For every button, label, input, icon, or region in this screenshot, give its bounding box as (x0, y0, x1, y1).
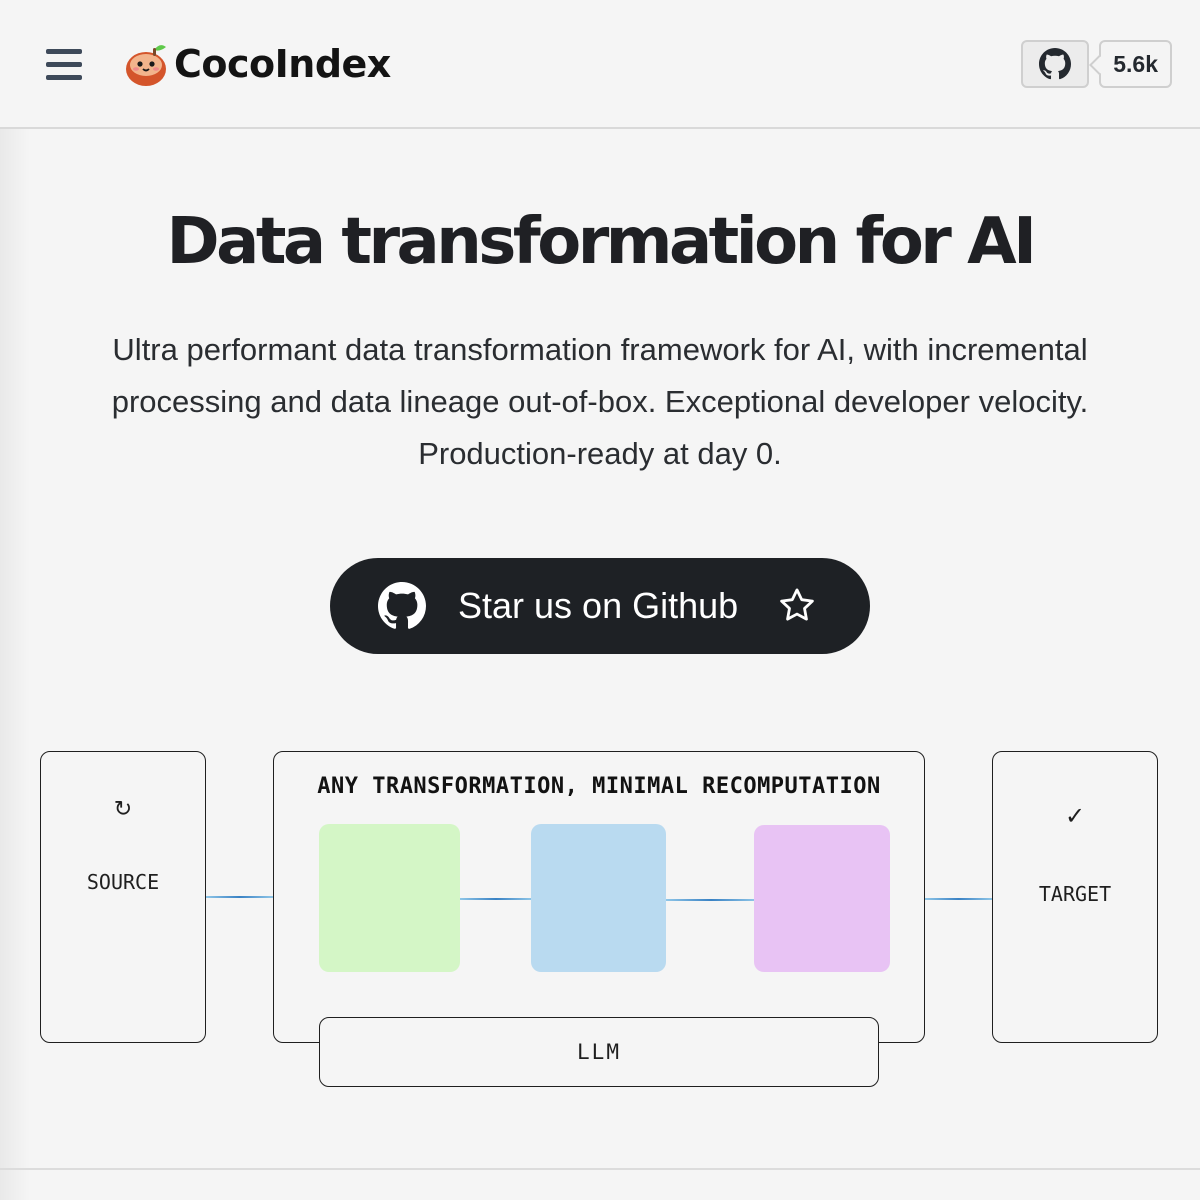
connector-line (925, 898, 992, 900)
hero-title: Data transformation for AI (166, 205, 1037, 279)
source-label: SOURCE (86, 870, 160, 894)
github-icon (1039, 48, 1072, 80)
connector-line (460, 898, 532, 900)
transform-step-tile (319, 824, 460, 972)
transformation-node: ANY TRANSFORMATION, MINIMAL RECOMPUTATIO… (273, 751, 925, 1043)
section-divider (0, 1168, 1200, 1170)
top-navbar: CocoIndex 5.6k (0, 0, 1200, 129)
coconut-logo-icon (126, 45, 166, 86)
hero-subtitle-line: Ultra performant data transformation fra… (112, 332, 1088, 367)
github-icon (378, 582, 426, 629)
source-node: ↻ SOURCE (40, 751, 206, 1043)
hero-subtitle: Ultra performant data transformation fra… (80, 324, 1120, 480)
github-star-count[interactable]: 5.6k (1099, 40, 1172, 88)
llm-label: LLM (577, 1040, 621, 1064)
cta-label: Star us on Github (458, 585, 739, 626)
transform-step-tile (531, 824, 666, 972)
brand-name: CocoIndex (174, 42, 391, 86)
page-edge-shade (0, 0, 30, 1200)
github-button[interactable] (1021, 40, 1090, 88)
hamburger-menu-icon[interactable] (40, 42, 88, 86)
github-stars-widget[interactable]: 5.6k (1021, 40, 1172, 88)
llm-node: LLM (319, 1017, 879, 1087)
target-node: ✓ TARGET (992, 751, 1158, 1043)
brand-logo[interactable]: CocoIndex (124, 38, 391, 90)
target-label: TARGET (1038, 882, 1112, 906)
check-icon: ✓ (1064, 803, 1086, 830)
hero-subtitle-line: processing and data lineage out-of-box. … (111, 384, 1089, 419)
star-icon (780, 588, 814, 621)
transform-step-tile (754, 825, 890, 972)
transformation-title: ANY TRANSFORMATION, MINIMAL RECOMPUTATIO… (317, 774, 881, 799)
connector-line (666, 899, 756, 901)
star-on-github-button[interactable]: Star us on Github (330, 558, 870, 654)
hero-subtitle-line: Production-ready at day 0. (418, 436, 782, 471)
refresh-icon: ↻ (113, 796, 133, 821)
connector-line (206, 896, 273, 898)
